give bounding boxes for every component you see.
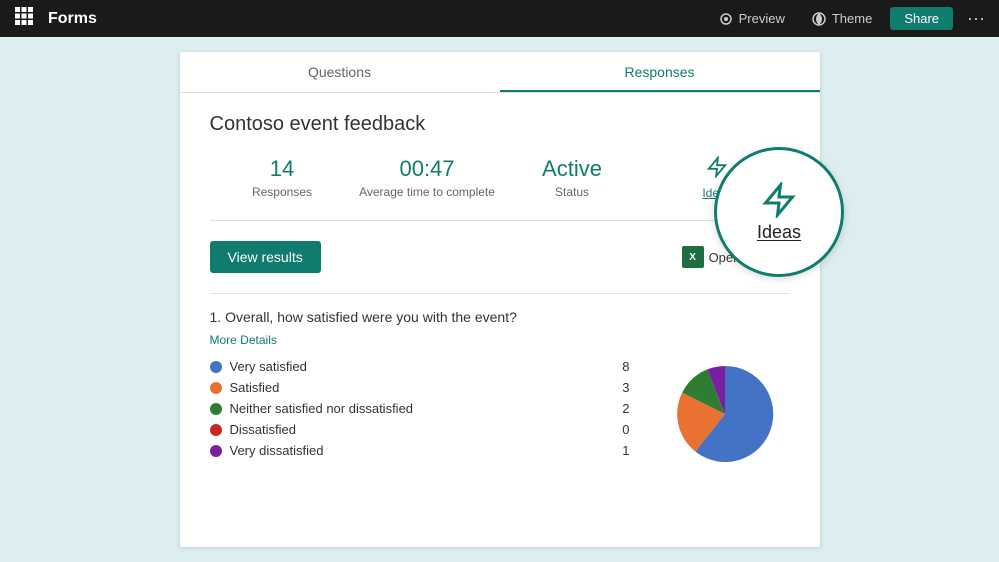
navbar: Forms Preview Theme Share ··· <box>0 0 999 37</box>
tabs-bar: Questions Responses <box>180 52 820 93</box>
answer-very-dissatisfied: Very dissatisfied <box>230 443 615 458</box>
answer-row: Dissatisfied 0 <box>210 422 630 437</box>
stat-avg-time: 00:47 Average time to complete <box>355 156 500 200</box>
dot-very-dissatisfied <box>210 445 222 457</box>
main-area: Questions Responses Contoso event feedba… <box>0 37 999 562</box>
card-body: Contoso event feedback 14 Responses 00:4… <box>180 93 820 489</box>
tab-responses[interactable]: Responses <box>500 52 820 92</box>
answer-row: Neither satisfied nor dissatisfied 2 <box>210 401 630 416</box>
waffle-icon[interactable] <box>10 7 38 30</box>
count-very-dissatisfied: 1 <box>622 443 629 458</box>
answer-row: Satisfied 3 <box>210 380 630 395</box>
dot-dissatisfied <box>210 424 222 436</box>
tab-questions[interactable]: Questions <box>180 52 500 92</box>
stat-responses: 14 Responses <box>210 156 355 200</box>
answer-row: Very dissatisfied 1 <box>210 443 630 458</box>
answer-row: Very satisfied 8 <box>210 359 630 374</box>
dot-very-satisfied <box>210 361 222 373</box>
theme-label: Theme <box>832 11 872 26</box>
count-satisfied: 3 <box>622 380 629 395</box>
count-dissatisfied: 0 <box>622 422 629 437</box>
pie-chart <box>660 359 790 469</box>
status-label: Status <box>500 185 645 199</box>
question-section: 1. Overall, how satisfied were you with … <box>210 293 790 469</box>
responses-value: 14 <box>210 156 355 182</box>
form-title: Contoso event feedback <box>210 113 790 136</box>
more-options-button[interactable]: ··· <box>963 8 989 29</box>
answer-very-satisfied: Very satisfied <box>230 359 615 374</box>
ideas-popup[interactable]: Ideas <box>714 147 844 277</box>
buttons-row: View results X Open in Excel <box>210 241 790 273</box>
share-button[interactable]: Share <box>890 7 953 30</box>
more-details-link[interactable]: More Details <box>210 333 277 347</box>
stats-row: 14 Responses 00:47 Average time to compl… <box>210 156 790 221</box>
dot-neither <box>210 403 222 415</box>
preview-label: Preview <box>739 11 785 26</box>
question-title: 1. Overall, how satisfied were you with … <box>210 309 790 325</box>
question-number: 1. <box>210 309 222 325</box>
avg-time-label: Average time to complete <box>355 185 500 199</box>
answer-satisfied: Satisfied <box>230 380 615 395</box>
answer-neither: Neither satisfied nor dissatisfied <box>230 401 615 416</box>
theme-button[interactable]: Theme <box>803 7 880 31</box>
count-very-satisfied: 8 <box>622 359 629 374</box>
answers-chart: Very satisfied 8 Satisfied 3 Neither sat… <box>210 359 790 469</box>
answer-dissatisfied: Dissatisfied <box>230 422 615 437</box>
view-results-button[interactable]: View results <box>210 241 321 273</box>
status-value: Active <box>500 156 645 182</box>
form-card: Questions Responses Contoso event feedba… <box>180 52 820 547</box>
question-text: Overall, how satisfied were you with the… <box>225 309 517 325</box>
excel-icon: X <box>682 246 704 268</box>
answers-list: Very satisfied 8 Satisfied 3 Neither sat… <box>210 359 630 469</box>
ideas-popup-label: Ideas <box>757 222 801 243</box>
dot-satisfied <box>210 382 222 394</box>
responses-label: Responses <box>210 185 355 199</box>
avg-time-value: 00:47 <box>355 156 500 182</box>
app-title: Forms <box>48 10 97 28</box>
count-neither: 2 <box>622 401 629 416</box>
share-label: Share <box>904 11 939 26</box>
stat-status: Active Status <box>500 156 645 200</box>
preview-button[interactable]: Preview <box>710 7 793 31</box>
more-icon: ··· <box>967 8 985 28</box>
lightning-icon <box>761 182 797 218</box>
